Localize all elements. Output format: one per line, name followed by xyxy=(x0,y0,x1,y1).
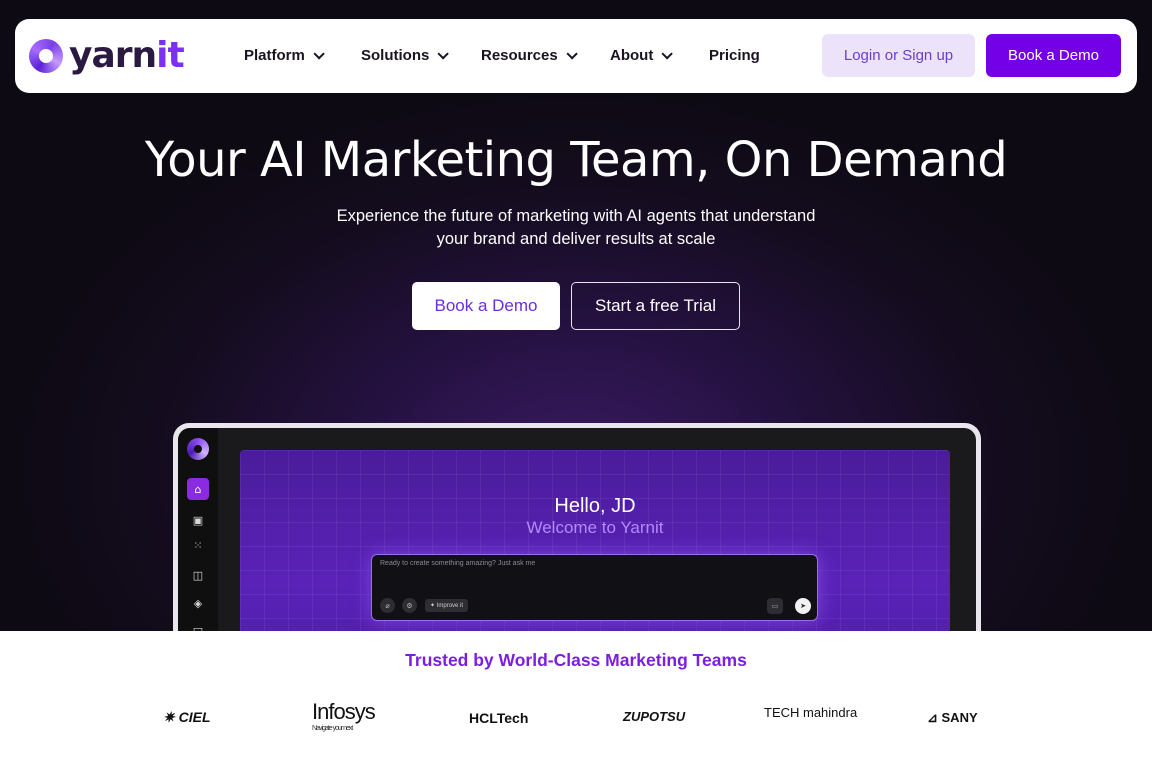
product-screenshot-frame: ⌂ ▣ ⁙ ◫ ◈ ▭ Hello, JD Welcome to Yarnit … xyxy=(173,423,981,631)
briefcase-icon: ▭ xyxy=(192,623,204,631)
nav-item-resources[interactable]: Resources xyxy=(481,47,578,64)
chevron-down-icon xyxy=(566,47,578,60)
prompt-placeholder: Ready to create something amazing? Just … xyxy=(380,560,536,567)
nav-label: Resources xyxy=(481,47,558,64)
logo-tech-mahindra: TECH mahindra xyxy=(764,705,858,720)
yarnit-logo[interactable]: yarnit xyxy=(29,35,185,76)
hero-subheadline: Experience the future of marketing with … xyxy=(276,205,876,251)
book-demo-nav-button[interactable]: Book a Demo xyxy=(986,34,1121,77)
nav-item-pricing[interactable]: Pricing xyxy=(709,47,760,64)
app-sidebar: ⌂ ▣ ⁙ ◫ ◈ ▭ xyxy=(178,428,218,631)
subheadline-line-2: your brand and deliver results at scale xyxy=(436,230,716,248)
app-logo-icon xyxy=(187,438,209,460)
trusted-by-section: Trusted by World-Class Marketing Teams ✷… xyxy=(0,631,1152,768)
start-free-trial-button[interactable]: Start a free Trial xyxy=(571,282,740,330)
attach-icon: ⌀ xyxy=(380,598,395,613)
home-icon: ⌂ xyxy=(187,478,209,500)
chevron-down-icon xyxy=(661,47,674,60)
nav-label: Platform xyxy=(244,47,305,64)
prompt-box: Ready to create something amazing? Just … xyxy=(371,554,818,621)
sany-triangle-icon: ⊿ xyxy=(927,710,942,725)
layout-icon: ◫ xyxy=(192,569,204,582)
welcome-text: Welcome to Yarnit xyxy=(526,518,664,537)
hero-headline: Your AI Marketing Team, On Demand xyxy=(144,132,1008,188)
subheadline-line-1: Experience the future of marketing with … xyxy=(336,207,816,225)
logo-zupotsu: ZUPOTSU xyxy=(623,709,686,724)
app-welcome-panel: Hello, JD Welcome to Yarnit Ready to cre… xyxy=(240,450,950,631)
hero-section: yarnit Platform Solutions Resources Abou… xyxy=(0,0,1152,631)
login-signup-button[interactable]: Login or Sign up xyxy=(822,34,975,77)
grid-icon: ⁙ xyxy=(193,539,203,552)
settings-icon: ⚙ xyxy=(402,598,417,613)
ciel-star-icon: ✷ xyxy=(163,709,179,725)
nav-label: About xyxy=(610,47,654,64)
logo-hcltech: HCLTech xyxy=(469,710,529,726)
book-demo-hero-button[interactable]: Book a Demo xyxy=(412,282,560,330)
logo-infosys: Infosys Navigate your next xyxy=(312,699,376,732)
greeting-text: Hello, JD xyxy=(554,495,636,517)
logo-ciel: ✷ CIEL xyxy=(163,709,211,725)
chevron-down-icon xyxy=(437,47,450,60)
improve-label: Improve it xyxy=(436,602,464,609)
folder-icon: ▭ xyxy=(767,598,783,614)
logo-wordmark: yarnit xyxy=(69,35,185,76)
sparkle-icon: ✦ xyxy=(430,603,437,609)
top-navbar: yarnit Platform Solutions Resources Abou… xyxy=(15,19,1137,93)
shapes-icon: ◈ xyxy=(193,597,203,610)
app-window: ⌂ ▣ ⁙ ◫ ◈ ▭ Hello, JD Welcome to Yarnit … xyxy=(178,428,976,631)
improve-it-chip: ✦ Improve it xyxy=(425,599,469,612)
trusted-title: Trusted by World-Class Marketing Teams xyxy=(405,650,747,670)
nav-label: Pricing xyxy=(709,47,760,64)
nav-item-solutions[interactable]: Solutions xyxy=(361,47,450,64)
nav-item-platform[interactable]: Platform xyxy=(244,47,325,64)
logo-sany: ⊿ SANY xyxy=(927,710,978,725)
chevron-down-icon xyxy=(313,47,325,60)
nav-item-about[interactable]: About xyxy=(610,47,674,64)
send-icon: ➤ xyxy=(795,598,811,614)
image-icon: ▣ xyxy=(192,514,204,527)
nav-label: Solutions xyxy=(361,47,430,64)
yarnit-logo-icon xyxy=(29,39,63,73)
